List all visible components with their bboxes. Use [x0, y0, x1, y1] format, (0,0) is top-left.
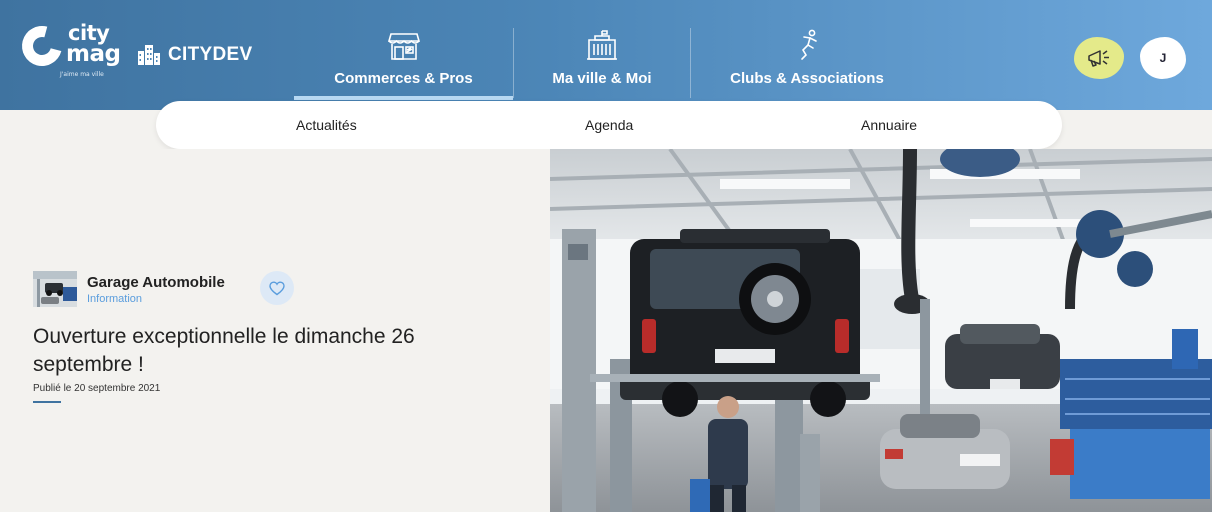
- runner-icon: [801, 29, 817, 60]
- subnav-annuaire[interactable]: Annuaire: [861, 117, 917, 133]
- business-name[interactable]: Garage Automobile: [87, 274, 225, 291]
- nav-clubs-associations[interactable]: Clubs & Associations: [691, 0, 923, 100]
- main-nav: Commerces & Pros Ma ville & Moi Clubs & …: [294, 0, 923, 100]
- nav-commerces-pros[interactable]: Commerces & Pros: [294, 0, 513, 100]
- business-thumbnail[interactable]: [33, 271, 77, 307]
- town-hall-icon: [587, 30, 617, 60]
- subnav-actualites[interactable]: Actualités: [296, 117, 357, 133]
- nav-ma-ville-moi[interactable]: Ma ville & Moi: [514, 0, 690, 100]
- article-panel: Garage Automobile Information Ouverture …: [0, 149, 550, 512]
- city-brand[interactable]: CITYDEV: [138, 44, 252, 66]
- city-name: CITYDEV: [168, 44, 253, 65]
- article-title: Ouverture exceptionnelle le dimanche 26 …: [33, 325, 415, 376]
- sub-nav: Actualités Agenda Annuaire: [156, 101, 1062, 149]
- user-avatar[interactable]: J: [1140, 37, 1186, 79]
- nav-label: Clubs & Associations: [730, 70, 884, 87]
- logo-mag-text: mag: [66, 41, 121, 67]
- nav-label: Ma ville & Moi: [552, 70, 652, 87]
- buildings-icon: [138, 45, 160, 65]
- post-category: Information: [87, 293, 143, 305]
- megaphone-icon: [1088, 50, 1109, 67]
- active-tab-indicator: [294, 96, 513, 100]
- nav-label: Commerces & Pros: [334, 70, 473, 87]
- date-underline: [33, 401, 61, 403]
- logo-tagline: J'aime ma ville: [60, 71, 104, 78]
- shop-icon: [387, 33, 420, 60]
- logo-c-mark: [14, 18, 70, 74]
- favorite-button[interactable]: [260, 271, 294, 305]
- top-header: city mag J'aime ma ville CITYDEV Commerc…: [0, 0, 1212, 110]
- announcement-button[interactable]: [1074, 37, 1124, 79]
- subnav-agenda[interactable]: Agenda: [585, 117, 633, 133]
- garage-workshop-image: [550, 149, 1212, 512]
- citymag-logo[interactable]: city mag J'aime ma ville: [14, 18, 121, 82]
- article-hero-image: [550, 149, 1212, 512]
- garage-thumbnail-image: [33, 271, 77, 307]
- heart-icon: [269, 280, 285, 295]
- publication-date: Publié le 20 septembre 2021: [33, 383, 161, 394]
